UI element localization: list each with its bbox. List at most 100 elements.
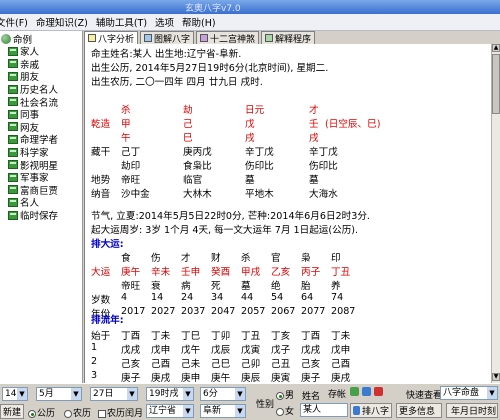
dayun-cell: 胎 bbox=[301, 281, 311, 292]
tree-item[interactable]: 名人 bbox=[0, 196, 82, 209]
leap-month-check[interactable]: 农历闰月 bbox=[98, 406, 143, 419]
tab-twelve-palaces[interactable]: 十二宫神煞 bbox=[196, 31, 260, 45]
minute-select[interactable]: 6分 ▼ bbox=[200, 387, 246, 401]
tree-item[interactable]: 临时保存 bbox=[0, 209, 82, 222]
menu-options[interactable]: 选项 bbox=[151, 15, 178, 29]
solar-radio[interactable]: 公历 bbox=[28, 406, 55, 419]
hour-select[interactable]: 19时戌 ▼ bbox=[146, 387, 194, 401]
save-label: 存帐 bbox=[328, 390, 347, 400]
tree-item[interactable]: 朋友 bbox=[0, 70, 82, 83]
liunian-cell: 丁未 bbox=[151, 331, 171, 342]
menu-tools[interactable]: 辅助工具(T) bbox=[92, 15, 151, 29]
solar-radio-label: 公历 bbox=[37, 409, 56, 419]
canggan-label: 藏干 bbox=[91, 147, 111, 158]
year-select[interactable]: 14 ▼ bbox=[2, 387, 28, 401]
minute-value: 6分 bbox=[203, 389, 218, 399]
tree-item[interactable]: 网友 bbox=[0, 121, 82, 134]
more-info-label: 更多信息 bbox=[399, 407, 436, 417]
dayun-cell: 2067 bbox=[271, 306, 296, 317]
dayun-cell: 食 bbox=[121, 253, 131, 264]
delete-icon[interactable] bbox=[374, 387, 383, 396]
quick-view-select[interactable]: 八字命盘 ▼ bbox=[440, 386, 498, 400]
dayun-cell: 2087 bbox=[331, 306, 356, 317]
tree-root[interactable]: 命例 bbox=[0, 32, 82, 46]
tab-bazi-analysis[interactable]: 八字分析 bbox=[84, 31, 139, 45]
dayun-cell: 养 bbox=[331, 281, 341, 292]
dayun-cell: 辛未 bbox=[151, 267, 171, 278]
jieqi-info: 节气, 立夏:2014年5月5日22时0分, 芒种:2014年6月6日2时3分. bbox=[91, 211, 370, 222]
lunar-radio[interactable]: 农历 bbox=[64, 406, 91, 419]
name-input[interactable]: 某人 bbox=[300, 403, 348, 417]
dishi-hour: 墓 bbox=[309, 175, 319, 186]
chart-icon bbox=[144, 34, 153, 42]
scroll-down-icon[interactable]: ▼ bbox=[492, 373, 500, 381]
folder-icon bbox=[8, 134, 18, 144]
tab-label: 十二宫神煞 bbox=[210, 34, 256, 45]
new-button[interactable]: 新建 bbox=[0, 404, 24, 419]
dayun-cell: 才 bbox=[181, 253, 191, 264]
liunian-cell: 庚子 bbox=[301, 373, 321, 383]
dishi-label: 地势 bbox=[91, 175, 111, 186]
radio-icon bbox=[64, 409, 72, 418]
dayun-cell: 帝旺 bbox=[121, 281, 141, 292]
liunian-cell: 己未 bbox=[181, 359, 201, 370]
menu-knowledge[interactable]: 命理知识(Z) bbox=[32, 15, 92, 29]
globe-icon bbox=[1, 33, 11, 44]
liunian-row-label: 1 bbox=[91, 342, 98, 353]
liunian-cell: 丁未 bbox=[331, 331, 351, 342]
shishen-hour: 才 bbox=[309, 105, 319, 116]
month-select[interactable]: 5月 ▼ bbox=[36, 387, 82, 401]
tree-item[interactable]: 同事 bbox=[0, 108, 82, 121]
dropdown-icon: ▼ bbox=[71, 388, 81, 400]
dayun-cell: 54 bbox=[271, 292, 284, 303]
liunian-cell: 戊午 bbox=[181, 345, 201, 356]
day-select[interactable]: 27日 ▼ bbox=[90, 387, 138, 401]
stem-day: 戊 bbox=[245, 119, 255, 130]
dayun-cell: 74 bbox=[331, 292, 344, 303]
dayun-cell: 2037 bbox=[181, 306, 206, 317]
liunian-cell: 戊申 bbox=[331, 345, 351, 356]
scroll-up-icon[interactable]: ▲ bbox=[492, 44, 500, 52]
tree-item[interactable]: 科学家 bbox=[0, 146, 82, 159]
dayun-cell: 2057 bbox=[241, 306, 266, 317]
tree-item[interactable]: 家人 bbox=[0, 45, 82, 58]
tree-item[interactable]: 影视明星 bbox=[0, 158, 82, 172]
tree-item[interactable]: 亲戚 bbox=[0, 58, 82, 71]
folder-icon bbox=[8, 185, 18, 195]
dayun-cell: 4 bbox=[121, 292, 128, 303]
folder-icon bbox=[8, 122, 18, 132]
dayun-cell: 壬申 bbox=[181, 267, 201, 278]
arrow-icon[interactable] bbox=[362, 387, 371, 396]
tree-item[interactable]: 军事家 bbox=[0, 171, 82, 184]
gender-male-radio[interactable]: 男 bbox=[276, 388, 294, 401]
menu-help[interactable]: 帮助(H) bbox=[178, 15, 220, 29]
scroll-thumb[interactable] bbox=[492, 54, 500, 114]
dayun-cell: 庚午 bbox=[121, 267, 141, 278]
add-icon[interactable] bbox=[350, 387, 359, 396]
dayun-cell: 绝 bbox=[271, 281, 281, 292]
tree-item[interactable]: 富商巨贾 bbox=[0, 184, 82, 197]
more-info-button[interactable]: 更多信息 bbox=[396, 403, 442, 418]
dayun-cell: 财 bbox=[211, 253, 221, 264]
canggan-day: 辛丁戊 bbox=[245, 147, 274, 158]
tree-item[interactable]: 社会名流 bbox=[0, 95, 82, 109]
canggan-month: 庚丙戊 bbox=[183, 147, 212, 158]
canggan2-day: 伤印比 bbox=[245, 161, 274, 172]
dayun-cell: 甲戌 bbox=[241, 267, 261, 278]
menu-file[interactable]: 文件(F) bbox=[0, 15, 32, 29]
dropdown-icon: ▼ bbox=[17, 388, 27, 400]
city-select[interactable]: 阜新 ▼ bbox=[200, 404, 246, 418]
tree-item[interactable]: 命理学者 bbox=[0, 133, 82, 146]
tab-bazi-chart[interactable]: 图解八字 bbox=[140, 31, 195, 45]
tab-explanation[interactable]: 解释程序 bbox=[261, 31, 316, 45]
gender-female-radio[interactable]: 女 bbox=[276, 404, 294, 417]
province-select[interactable]: 辽宁省 ▼ bbox=[146, 404, 194, 418]
vertical-scrollbar[interactable]: ▲ ▼ bbox=[491, 44, 500, 383]
title-bar: 玄奥八字v7.0 bbox=[0, 0, 500, 14]
branch-day: 戌 bbox=[245, 133, 255, 144]
year-value: 14 bbox=[5, 389, 17, 399]
calendar-button[interactable]: 年月日时刻 bbox=[446, 403, 498, 418]
liunian-cell: 己酉 bbox=[331, 359, 351, 370]
tree-item[interactable]: 历史名人 bbox=[0, 83, 82, 96]
paibazi-button[interactable]: 排八字 bbox=[350, 403, 392, 418]
